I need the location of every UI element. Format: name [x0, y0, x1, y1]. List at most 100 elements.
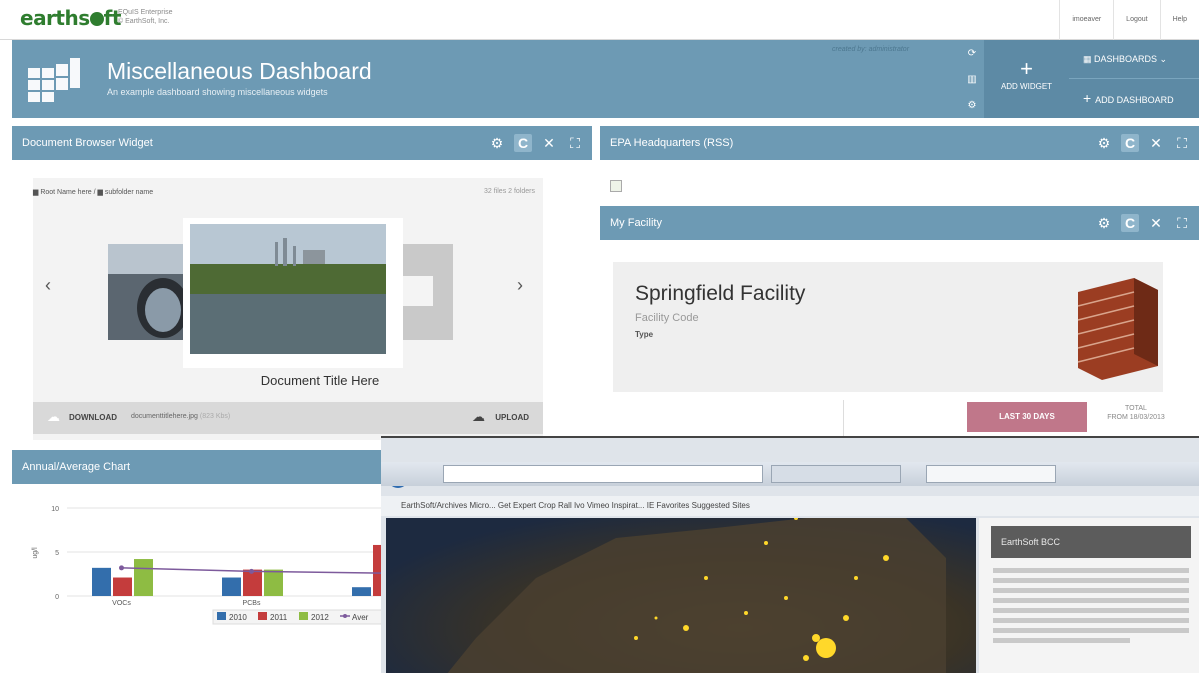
close-icon[interactable]: ✕	[540, 134, 558, 152]
gear-icon[interactable]: ⚙	[1095, 214, 1113, 232]
add-widget-button[interactable]: + ADD WIDGET	[984, 40, 1069, 118]
browser-tab[interactable]	[926, 465, 1056, 483]
plus-icon: +	[1083, 90, 1096, 106]
bar-2010	[352, 587, 371, 596]
bar-2010	[92, 567, 111, 596]
y-tick-label: 0	[55, 594, 59, 601]
refresh-icon[interactable]: C	[1121, 134, 1139, 152]
panel-tools: ⚙ C ✕ ⛶	[1095, 206, 1191, 240]
logo-subtitle: EQuIS Enterprise © EarthSoft, Inc.	[118, 8, 172, 26]
dashboard-grid-icon	[28, 58, 80, 102]
total-date: FROM 18/03/2013	[1107, 414, 1165, 421]
chart-header: Annual/Average Chart	[12, 450, 384, 484]
rss-header: EPA Headquarters (RSS) ⚙ C ✕ ⛶	[600, 126, 1199, 160]
bar-2011	[113, 577, 132, 596]
average-point	[119, 565, 124, 571]
browser-tab[interactable]	[771, 465, 901, 483]
panel-tools: ⚙ C ✕ ⛶	[488, 126, 584, 160]
breadcrumb: ▆ Root Name here / ▆ subfolder name	[33, 188, 153, 196]
cloud-upload-icon[interactable]: ☁	[472, 409, 485, 425]
document-browser: ▆ Root Name here / ▆ subfolder name 32 f…	[33, 178, 543, 440]
breadcrumb-sub[interactable]: subfolder name	[105, 189, 153, 196]
y-axis-label: ug/l	[32, 547, 39, 559]
dashboards-label: DASHBOARDS	[1094, 54, 1158, 64]
add-widget-label: ADD WIDGET	[1000, 82, 1053, 91]
refresh-icon[interactable]: ⟳	[968, 48, 976, 59]
last-30-days-tab[interactable]: LAST 30 DAYS	[967, 402, 1087, 432]
upload-button[interactable]: UPLOAD	[495, 413, 529, 422]
facility-code: Facility Code	[635, 312, 699, 324]
help-link[interactable]: Help	[1159, 0, 1199, 40]
tunnel-thumbnail[interactable]	[108, 244, 189, 340]
gear-icon[interactable]: ⚙	[1095, 134, 1113, 152]
legend-swatch	[258, 612, 267, 620]
add-dashboard-label: ADD DASHBOARD	[1095, 95, 1174, 105]
logout-link[interactable]: Logout	[1113, 0, 1159, 40]
top-bar: earths ft EQuIS Enterprise © EarthSoft, I…	[0, 0, 1199, 40]
sidebar-blurred-text	[993, 568, 1189, 643]
file-name: documenttitlehere.jpg (823 Kbs)	[131, 413, 230, 420]
legend-swatch	[217, 612, 226, 620]
dashboard-header: Miscellaneous Dashboard An example dashb…	[12, 40, 1199, 118]
sidebar-title: EarthSoft BCC	[991, 526, 1191, 558]
gear-icon[interactable]: ⚙	[968, 100, 977, 111]
dashboard-subtitle: An example dashboard showing miscellaneo…	[107, 87, 328, 97]
dashboard-title: Miscellaneous Dashboard	[107, 58, 372, 84]
document-title: Document Title Here	[260, 373, 380, 388]
chevron-down-icon: ⌄	[1157, 54, 1168, 64]
gear-icon[interactable]: ⚙	[488, 134, 506, 152]
earthsoft-logo[interactable]: earths ft	[20, 6, 121, 30]
facility-header: My Facility ⚙ C ✕ ⛶	[600, 206, 1199, 240]
y-tick-label: 5	[55, 550, 59, 557]
average-point	[249, 568, 254, 574]
satellite-map[interactable]	[386, 516, 976, 673]
download-button[interactable]: DOWNLOAD	[69, 413, 117, 422]
bar-2012	[264, 569, 283, 596]
browser-tab-strip	[381, 462, 1199, 486]
panel-title: Document Browser Widget	[22, 137, 153, 149]
x-tick-label: VOCs	[112, 600, 131, 607]
panel-title: My Facility	[610, 217, 662, 229]
address-bar[interactable]	[443, 465, 763, 483]
close-icon[interactable]: ✕	[1147, 214, 1165, 232]
facility-type: Type	[635, 330, 654, 339]
close-icon[interactable]: ✕	[1147, 134, 1165, 152]
cloud-download-icon[interactable]: ☁	[47, 409, 60, 425]
dashboards-icon: ▦	[1083, 54, 1095, 64]
legend-swatch	[299, 612, 308, 620]
refresh-icon[interactable]: C	[1121, 214, 1139, 232]
legend-label: 2010	[229, 613, 247, 622]
map-city-lights	[447, 516, 946, 673]
x-tick-label: PCBs	[243, 600, 261, 607]
selected-document-thumbnail[interactable]	[183, 218, 403, 368]
divider	[843, 400, 844, 436]
top-links: imoeaver Logout Help	[1059, 0, 1199, 40]
bookmarks-bar[interactable]: EarthSoft/Archives Micro... Get Expert C…	[381, 496, 1199, 516]
facility-card: Springfield Facility Facility Code Type	[613, 262, 1163, 392]
fullscreen-icon[interactable]: ⛶	[566, 134, 584, 152]
legend-label: 2011	[270, 613, 288, 622]
chevron-left-icon[interactable]: ‹	[45, 275, 51, 296]
browser-photo-overlay: EarthSoft/Archives Micro... Get Expert C…	[381, 436, 1199, 673]
user-link[interactable]: imoeaver	[1059, 0, 1113, 40]
chart-svg: 10 5 0 ug/l VOCs PCBs 2010 2011 2012 Aver	[32, 506, 394, 625]
chevron-right-icon[interactable]: ›	[517, 275, 523, 296]
panel-title: Annual/Average Chart	[22, 461, 131, 473]
fullscreen-icon[interactable]: ⛶	[1173, 134, 1191, 152]
file-name-text: documenttitlehere.jpg	[131, 413, 198, 420]
total-tab[interactable]: TOTAL FROM 18/03/2013	[1090, 404, 1182, 422]
legend-label: 2012	[311, 613, 329, 622]
logo-globe-icon	[89, 12, 104, 26]
product-name: EQuIS Enterprise	[118, 9, 173, 16]
bar-2012	[134, 559, 153, 596]
fullscreen-icon[interactable]: ⛶	[1173, 214, 1191, 232]
breadcrumb-root[interactable]: Root Name here	[40, 189, 91, 196]
add-dashboard-button[interactable]: + ADD DASHBOARD	[1069, 79, 1199, 118]
refresh-icon[interactable]: C	[514, 134, 532, 152]
trash-icon[interactable]: ▥	[967, 74, 976, 85]
header-tools: ⟳ ▥ ⚙	[962, 40, 982, 118]
document-browser-header: Document Browser Widget ⚙ C ✕ ⛶	[12, 126, 592, 160]
dashboards-dropdown[interactable]: ▦ DASHBOARDS ⌄	[1069, 40, 1199, 79]
legend-label: Aver	[352, 613, 369, 622]
created-by: created by: administrator	[832, 46, 910, 53]
